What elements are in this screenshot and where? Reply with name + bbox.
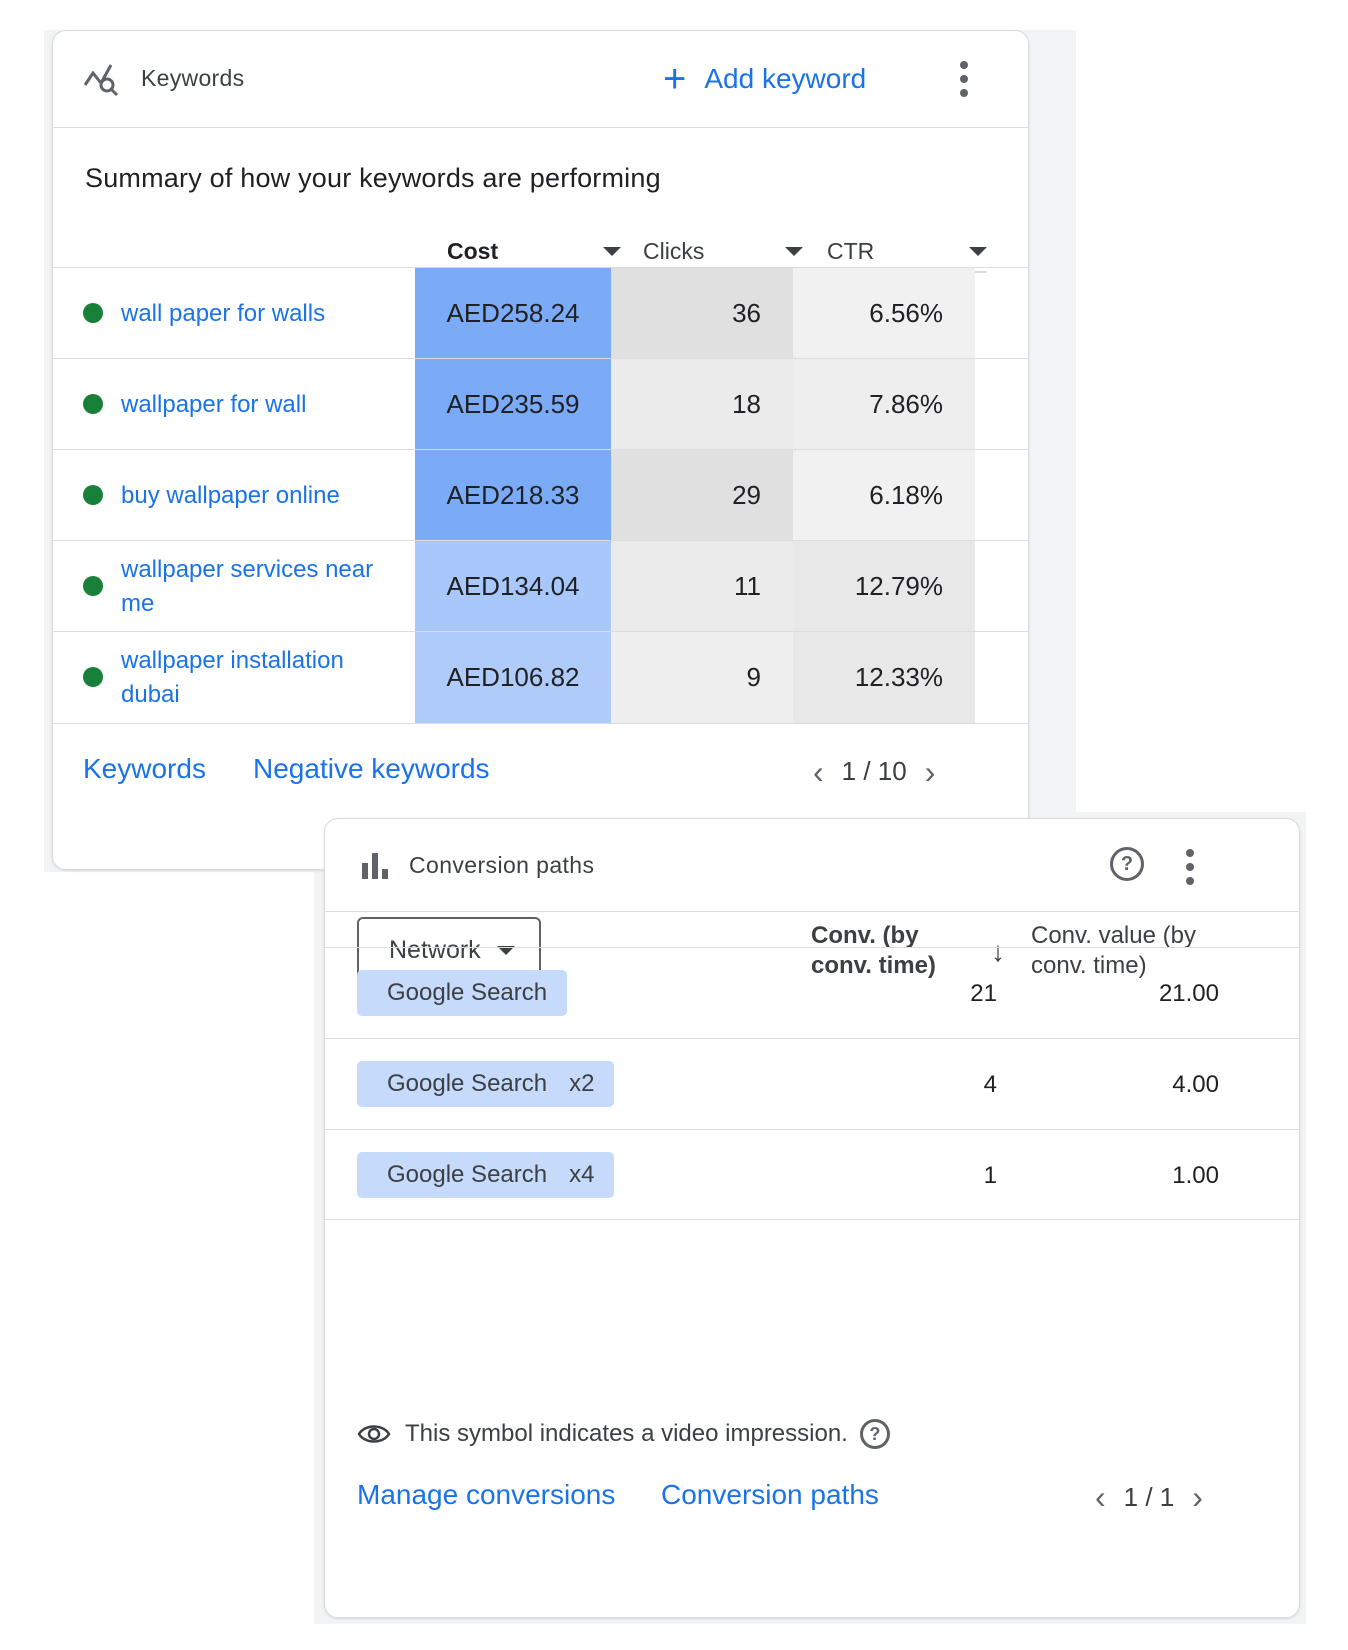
status-enabled-icon	[83, 394, 103, 414]
video-impression-text: This symbol indicates a video impression…	[405, 1420, 848, 1447]
path-conversions: 21	[970, 979, 997, 1007]
keyword-ctr: 7.86%	[793, 359, 975, 450]
keyword-ctr: 12.79%	[793, 541, 975, 632]
column-header-cost-label: Cost	[447, 237, 499, 264]
keyword-search-icon	[83, 64, 119, 97]
keyword-ctr: 6.18%	[793, 450, 975, 541]
keywords-card-title: Keywords	[141, 65, 245, 91]
eye-icon	[357, 1425, 391, 1443]
keyword-clicks: 36	[611, 268, 793, 359]
keyword-clicks: 29	[611, 450, 793, 541]
add-keyword-button[interactable]: + Add keyword	[663, 53, 866, 105]
add-keyword-label: Add keyword	[704, 63, 867, 94]
bar-chart-icon	[362, 853, 388, 879]
video-impression-note: This symbol indicates a video impression…	[357, 1419, 890, 1449]
conversion-paths-title: Conversion paths	[409, 852, 595, 878]
path-chip: Google Search x2	[357, 1061, 615, 1107]
keyword-link[interactable]: buy wallpaper online	[121, 450, 401, 541]
keyword-row: wallpaper services near me AED134.04 11 …	[53, 540, 1028, 632]
status-enabled-icon	[83, 667, 103, 687]
keyword-row: wall paper for walls AED258.24 36 6.56%	[53, 267, 1028, 359]
keyword-ctr: 12.33%	[793, 632, 975, 723]
path-chip-multiplier: x4	[569, 1161, 595, 1188]
manage-conversions-link[interactable]: Manage conversions	[357, 1479, 615, 1511]
keyword-cost: AED235.59	[415, 359, 611, 450]
status-enabled-icon	[83, 576, 103, 596]
keyword-cost: AED258.24	[415, 268, 611, 359]
conversion-path-row: Google Search x2 4 4.00	[325, 1038, 1299, 1130]
table-divider	[325, 1219, 1299, 1220]
conversion-paths-header: Conversion paths ?	[325, 819, 1299, 912]
keywords-card: Keywords + Add keyword Summary of how yo…	[52, 30, 1029, 870]
keyword-link[interactable]: wall paper for walls	[121, 268, 401, 359]
keyword-cost: AED106.82	[415, 632, 611, 723]
status-enabled-icon	[83, 303, 103, 323]
keyword-link[interactable]: wallpaper services near me	[121, 541, 401, 632]
conversion-paths-link[interactable]: Conversion paths	[661, 1479, 879, 1511]
path-chip: Google Search	[357, 970, 568, 1016]
path-conversions: 1	[983, 1161, 997, 1189]
keyword-cost: AED134.04	[415, 541, 611, 632]
chevron-right-icon[interactable]: ›	[925, 756, 936, 788]
keyword-clicks: 11	[611, 541, 793, 632]
keyword-ctr: 6.56%	[793, 268, 975, 359]
conversion-paths-card: Conversion paths ? Network Conv. (by con…	[324, 818, 1300, 1618]
conversion-path-row: Google Search x4 1 1.00	[325, 1129, 1299, 1221]
path-chip-label: Google Search	[387, 1161, 548, 1188]
chevron-right-icon[interactable]: ›	[1192, 1481, 1203, 1513]
path-conversions: 4	[983, 1070, 997, 1098]
keyword-row: buy wallpaper online AED218.33 29 6.18%	[53, 449, 1028, 541]
keyword-clicks: 9	[611, 632, 793, 723]
path-conversion-value: 21.00	[1158, 979, 1219, 1007]
conversion-paths-pager: ‹ 1 / 1 ›	[1095, 1481, 1203, 1513]
plus-icon: +	[663, 57, 687, 101]
path-chip-label: Google Search	[387, 1070, 548, 1097]
help-icon[interactable]: ?	[1110, 847, 1144, 881]
path-chip-multiplier: x2	[569, 1070, 595, 1097]
keywords-pager-text: 1 / 10	[841, 756, 907, 786]
conversion-paths-pager-text: 1 / 1	[1123, 1481, 1175, 1512]
path-chip-label: Google Search	[387, 979, 548, 1006]
more-options-icon[interactable]	[1185, 849, 1195, 885]
keyword-link[interactable]: wallpaper for wall	[121, 359, 401, 450]
path-conversion-value: 4.00	[1172, 1070, 1219, 1098]
help-icon[interactable]: ?	[859, 1419, 890, 1449]
more-options-icon[interactable]	[959, 61, 969, 97]
negative-keywords-link[interactable]: Negative keywords	[253, 753, 490, 785]
keyword-row: wallpaper for wall AED235.59 18 7.86%	[53, 358, 1028, 450]
keywords-link[interactable]: Keywords	[83, 753, 206, 785]
keywords-summary-heading: Summary of how your keywords are perform…	[85, 163, 661, 193]
dropdown-arrow-icon	[969, 246, 987, 256]
keyword-cost: AED218.33	[415, 450, 611, 541]
keywords-pager: ‹ 1 / 10 ›	[813, 756, 935, 788]
path-chip: Google Search x4	[357, 1152, 615, 1198]
chevron-left-icon[interactable]: ‹	[1095, 1481, 1106, 1513]
keyword-link[interactable]: wallpaper installation dubai	[121, 632, 401, 723]
column-header-clicks-label: Clicks	[643, 237, 705, 264]
conversion-path-row: Google Search 21 21.00	[325, 947, 1299, 1039]
dropdown-arrow-icon	[603, 246, 621, 256]
chevron-left-icon[interactable]: ‹	[813, 756, 824, 788]
column-header-ctr-label: CTR	[827, 237, 875, 264]
path-conversion-value: 1.00	[1172, 1161, 1219, 1189]
keyword-row: wallpaper installation dubai AED106.82 9…	[53, 631, 1028, 724]
keywords-card-header: Keywords + Add keyword	[53, 31, 1028, 128]
status-enabled-icon	[83, 485, 103, 505]
keyword-clicks: 18	[611, 359, 793, 450]
dropdown-arrow-icon	[785, 246, 803, 256]
